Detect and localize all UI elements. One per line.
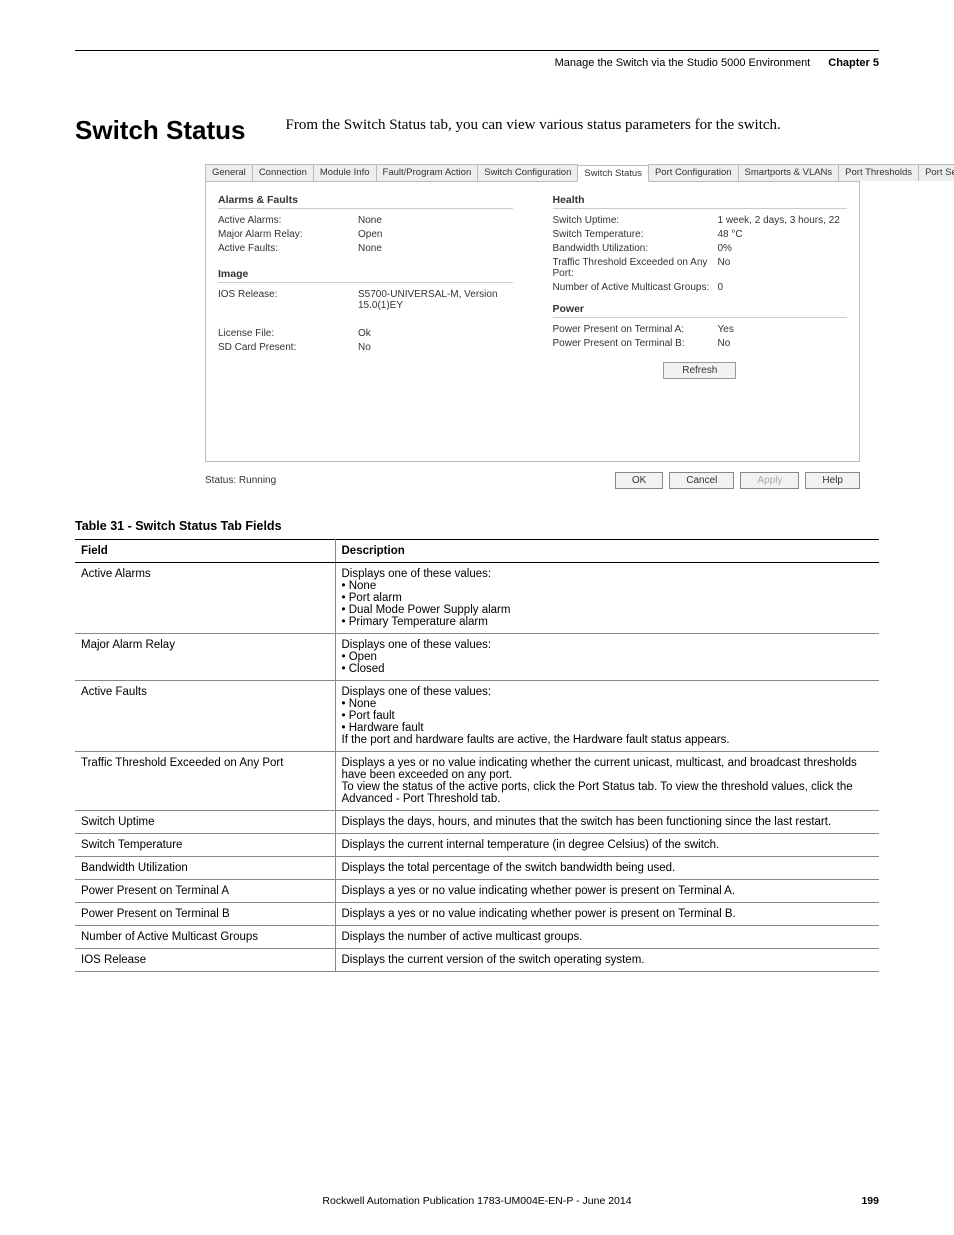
table-row: Power Present on Terminal B Displays a y… [75,903,879,926]
label-switch-temperature: Switch Temperature: [553,229,718,240]
tab-port-security[interactable]: Port Security [918,164,954,181]
label-power-terminal-a: Power Present on Terminal A: [553,324,718,335]
page-number: 199 [861,1195,879,1207]
table-row: Number of Active Multicast Groups Displa… [75,926,879,949]
section-intro: From the Switch Status tab, you can view… [285,115,780,136]
th-description: Description [335,540,879,563]
footer-text: Rockwell Automation Publication 1783-UM0… [0,1195,954,1207]
group-power: Power [553,303,848,318]
value-sd-card-present: No [358,342,513,353]
table-row: Active Faults Displays one of these valu… [75,681,879,752]
label-switch-uptime: Switch Uptime: [553,215,718,226]
label-ios-release: IOS Release: [218,289,358,311]
th-field: Field [75,540,335,563]
tab-smartports-vlans[interactable]: Smartports & VLANs [738,164,840,181]
cell-desc: Displays the days, hours, and minutes th… [335,811,879,834]
label-license-file: License File: [218,328,358,339]
tab-general[interactable]: General [205,164,253,181]
value-license-file: Ok [358,328,513,339]
value-power-terminal-b: No [718,338,848,349]
tab-fault-program-action[interactable]: Fault/Program Action [376,164,479,181]
page-header: Manage the Switch via the Studio 5000 En… [75,57,879,75]
cell-desc: Displays one of these values: None Port … [335,563,879,634]
tab-connection[interactable]: Connection [252,164,314,181]
value-switch-temperature: 48 °C [718,229,848,240]
dialog-status: Status: Running [205,475,609,486]
label-active-faults: Active Faults: [218,243,358,254]
cell-field: Active Faults [75,681,335,752]
group-alarms-faults: Alarms & Faults [218,194,513,209]
ok-button[interactable]: OK [615,472,663,489]
label-traffic-threshold: Traffic Threshold Exceeded on Any Port: [553,257,718,279]
label-power-terminal-b: Power Present on Terminal B: [553,338,718,349]
table-row: Switch Uptime Displays the days, hours, … [75,811,879,834]
cell-field: Switch Temperature [75,834,335,857]
group-image: Image [218,268,513,283]
cell-field: Bandwidth Utilization [75,857,335,880]
switch-status-dialog: General Connection Module Info Fault/Pro… [205,164,860,489]
value-switch-uptime: 1 week, 2 days, 3 hours, 22 [718,215,848,226]
value-major-alarm-relay: Open [358,229,513,240]
fields-table: Field Description Active Alarms Displays… [75,539,879,972]
cell-desc: Displays one of these values: Open Close… [335,634,879,681]
cell-desc: Displays the number of active multicast … [335,926,879,949]
cell-desc: Displays a yes or no value indicating wh… [335,903,879,926]
label-major-alarm-relay: Major Alarm Relay: [218,229,358,240]
chapter-label: Chapter 5 [828,57,879,69]
table-row: Bandwidth Utilization Displays the total… [75,857,879,880]
cell-field: Active Alarms [75,563,335,634]
table-row: IOS Release Displays the current version… [75,949,879,972]
value-power-terminal-a: Yes [718,324,848,335]
section-title: Switch Status [75,115,245,146]
cell-desc: Displays one of these values: None Port … [335,681,879,752]
refresh-button[interactable]: Refresh [663,362,736,379]
dialog-tabs: General Connection Module Info Fault/Pro… [205,164,860,182]
label-sd-card-present: SD Card Present: [218,342,358,353]
apply-button[interactable]: Apply [740,472,799,489]
cell-field: Traffic Threshold Exceeded on Any Port [75,752,335,811]
value-ios-release: S5700-UNIVERSAL-M, Version 15.0(1)EY [358,289,513,311]
label-bandwidth-utilization: Bandwidth Utilization: [553,243,718,254]
cell-desc: Displays the total percentage of the swi… [335,857,879,880]
table-row: Power Present on Terminal A Displays a y… [75,880,879,903]
cancel-button[interactable]: Cancel [669,472,734,489]
table-caption: Table 31 - Switch Status Tab Fields [75,519,879,533]
cell-field: Power Present on Terminal A [75,880,335,903]
cell-field: Switch Uptime [75,811,335,834]
breadcrumb: Manage the Switch via the Studio 5000 En… [555,57,811,69]
tab-module-info[interactable]: Module Info [313,164,377,181]
cell-field: Number of Active Multicast Groups [75,926,335,949]
label-multicast-groups: Number of Active Multicast Groups: [553,282,718,293]
cell-desc: Displays the current version of the swit… [335,949,879,972]
tab-switch-configuration[interactable]: Switch Configuration [477,164,578,181]
help-button[interactable]: Help [805,472,860,489]
cell-desc: Displays the current internal temperatur… [335,834,879,857]
group-health: Health [553,194,848,209]
value-active-alarms: None [358,215,513,226]
tab-switch-status[interactable]: Switch Status [577,165,649,182]
table-row: Major Alarm Relay Displays one of these … [75,634,879,681]
tab-port-configuration[interactable]: Port Configuration [648,164,739,181]
tab-port-thresholds[interactable]: Port Thresholds [838,164,919,181]
cell-desc: Displays a yes or no value indicating wh… [335,880,879,903]
value-multicast-groups: 0 [718,282,848,293]
value-bandwidth-utilization: 0% [718,243,848,254]
value-traffic-threshold: No [718,257,848,279]
label-active-alarms: Active Alarms: [218,215,358,226]
table-row: Switch Temperature Displays the current … [75,834,879,857]
cell-desc: Displays a yes or no value indicating wh… [335,752,879,811]
cell-field: Major Alarm Relay [75,634,335,681]
cell-field: IOS Release [75,949,335,972]
cell-field: Power Present on Terminal B [75,903,335,926]
value-active-faults: None [358,243,513,254]
table-row: Traffic Threshold Exceeded on Any Port D… [75,752,879,811]
table-row: Active Alarms Displays one of these valu… [75,563,879,634]
